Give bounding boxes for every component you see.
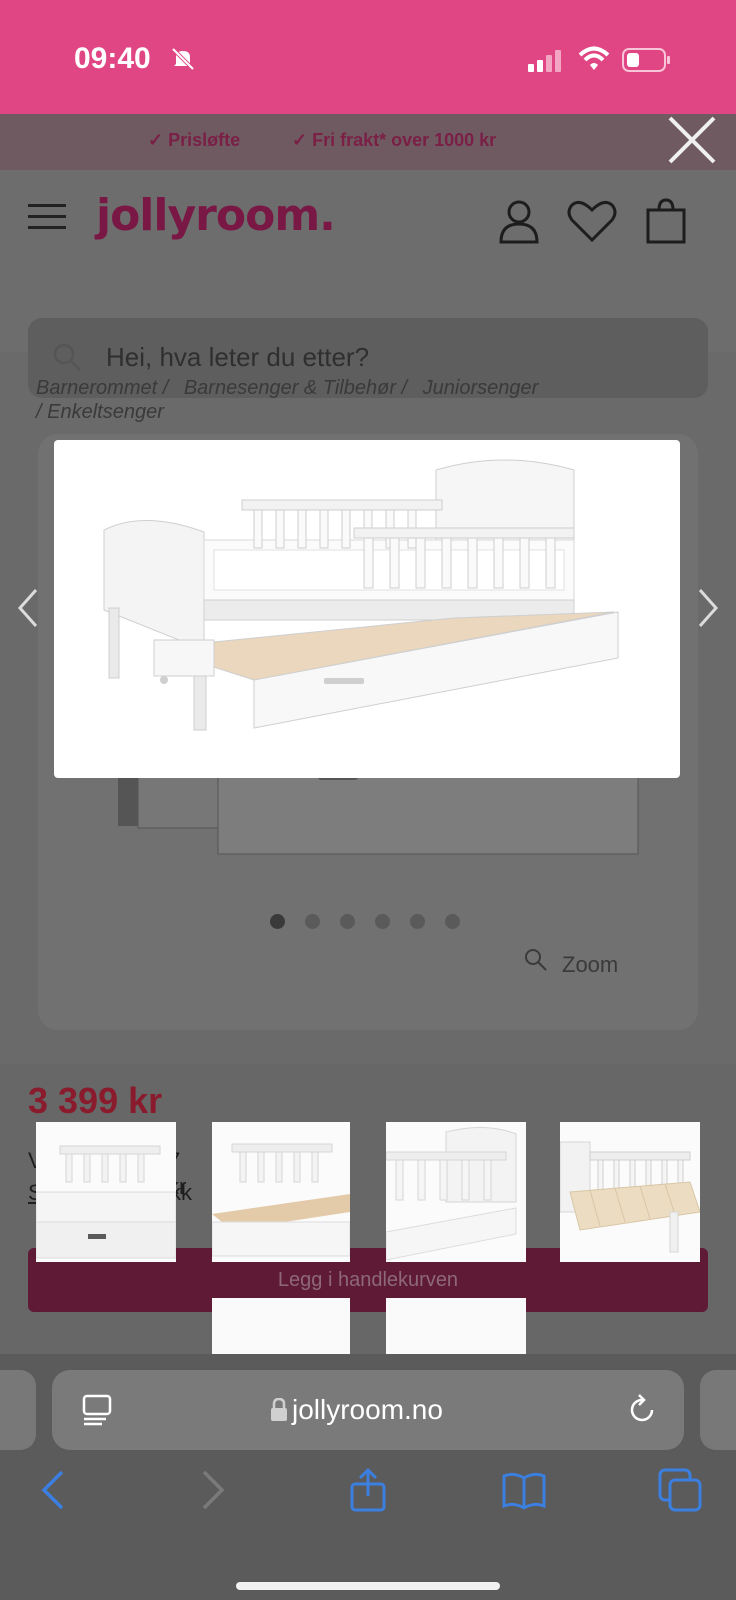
search-icon <box>53 343 81 371</box>
bookmarks-icon[interactable] <box>502 1468 546 1512</box>
back-icon[interactable] <box>32 1468 76 1512</box>
reader-icon[interactable] <box>82 1394 112 1426</box>
url-text: jollyroom.no <box>292 1394 443 1425</box>
gallery-dot[interactable] <box>305 914 320 929</box>
heart-icon[interactable] <box>566 198 618 244</box>
site-header: jollyroom. Hei, hva leter du etter? <box>0 170 736 398</box>
thumbnail-image <box>212 1122 350 1262</box>
search-icon <box>525 949 547 971</box>
breadcrumb-item[interactable]: / Enkeltsenger <box>36 401 164 423</box>
close-icon[interactable] <box>666 114 718 166</box>
breadcrumb-item[interactable]: Barnesenger & Tilbehør / <box>184 377 407 399</box>
thumbnail-image <box>560 1122 700 1262</box>
promo-free-shipping: ✓ Fri frakt* over 1000 kr <box>292 130 497 150</box>
forward-icon[interactable] <box>190 1468 234 1512</box>
thumbnail[interactable] <box>36 1122 176 1262</box>
product-price: 3 399 kr <box>28 1080 163 1121</box>
home-indicator[interactable] <box>236 1582 500 1590</box>
status-bar: 09:40 <box>0 0 736 114</box>
gallery-dots <box>270 914 480 934</box>
chevron-right-icon[interactable] <box>696 588 720 628</box>
hamburger-icon[interactable] <box>28 204 66 232</box>
thumbnail[interactable] <box>212 1298 350 1354</box>
thumbnail[interactable] <box>386 1122 526 1262</box>
search-placeholder: Hei, hva leter du etter? <box>106 342 370 372</box>
reload-icon[interactable] <box>628 1394 658 1426</box>
gallery-dot[interactable] <box>270 914 285 929</box>
gallery-dot[interactable] <box>410 914 425 929</box>
gallery-dot[interactable] <box>340 914 355 929</box>
user-icon[interactable] <box>496 198 542 244</box>
wifi-icon <box>578 46 610 70</box>
bell-slash-icon <box>171 47 195 71</box>
zoom-button[interactable]: Zoom <box>525 949 619 978</box>
breadcrumb-item[interactable]: Juniorsenger <box>423 377 539 399</box>
thumbnail[interactable] <box>560 1122 700 1262</box>
breadcrumb-item[interactable]: Barnerommet / <box>36 377 168 399</box>
signal-icon <box>528 50 561 72</box>
tabs-icon[interactable] <box>658 1468 702 1512</box>
chevron-left-icon[interactable] <box>16 588 40 628</box>
previous-tab[interactable] <box>0 1370 36 1450</box>
logo[interactable]: jollyroom. <box>96 190 336 241</box>
share-icon[interactable] <box>346 1468 390 1512</box>
thumbnail[interactable] <box>386 1298 526 1354</box>
thumbnail-image <box>36 1122 176 1262</box>
image-modal <box>54 440 680 778</box>
gallery-dot[interactable] <box>445 914 460 929</box>
battery-icon <box>622 48 670 72</box>
promo-price-promise: ✓ Prisløfte <box>148 130 241 150</box>
thumbnail-image <box>386 1122 526 1262</box>
gallery-dot[interactable] <box>375 914 390 929</box>
address-bar[interactable]: jollyroom.no <box>52 1370 684 1450</box>
browser-toolbar: jollyroom.no <box>0 1354 736 1600</box>
product-image <box>103 459 619 731</box>
thumbnail[interactable] <box>212 1122 350 1262</box>
status-time: 09:40 <box>74 42 151 75</box>
promo-bar: ✓ Prisløfte ✓ Fri frakt* over 1000 kr <box>0 114 736 170</box>
bag-icon[interactable] <box>644 198 690 244</box>
breadcrumb: Barnerommet / Barnesenger & Tilbehør / J… <box>36 376 716 424</box>
zoom-label: Zoom <box>562 952 619 977</box>
next-tab[interactable] <box>700 1370 736 1450</box>
lock-icon <box>271 1398 287 1421</box>
